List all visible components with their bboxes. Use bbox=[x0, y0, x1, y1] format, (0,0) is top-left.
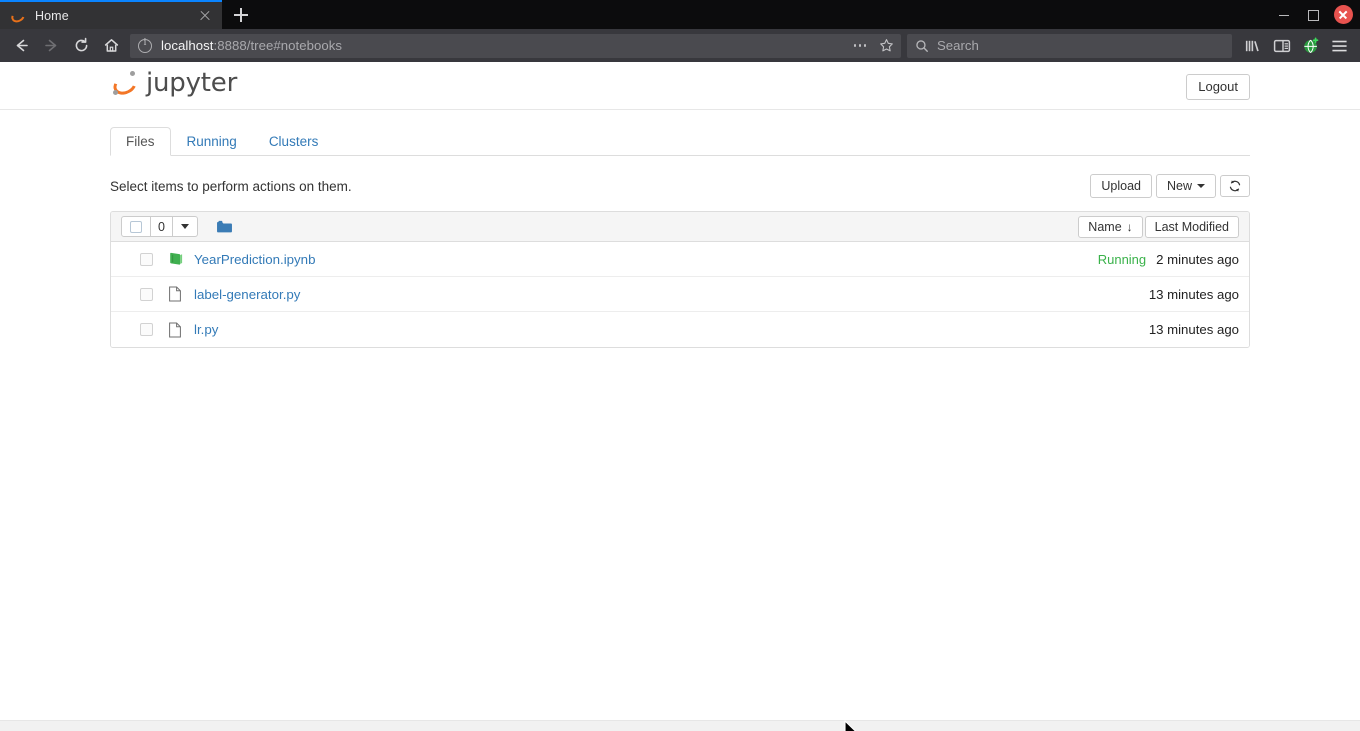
new-button-label: New bbox=[1166, 179, 1192, 193]
table-row[interactable]: label-generator.py 13 minutes ago bbox=[111, 277, 1249, 312]
browser-tab-title: Home bbox=[35, 8, 69, 23]
jupyter-logo[interactable]: jupyter bbox=[110, 68, 238, 99]
maximize-icon[interactable] bbox=[1298, 0, 1326, 29]
refresh-button[interactable] bbox=[1220, 175, 1250, 197]
row-meta: 13 minutes ago bbox=[1139, 287, 1239, 302]
row-checkbox[interactable] bbox=[140, 252, 153, 266]
folder-icon[interactable] bbox=[216, 220, 233, 234]
url-host: localhost bbox=[161, 38, 214, 53]
jupyter-favicon-icon bbox=[9, 7, 27, 25]
home-icon[interactable] bbox=[96, 32, 126, 60]
search-icon bbox=[916, 39, 928, 52]
select-all-checkbox[interactable] bbox=[121, 216, 151, 237]
files-toolbar-buttons: Upload New bbox=[1090, 174, 1250, 198]
modified-time: 13 minutes ago bbox=[1148, 286, 1239, 302]
close-icon[interactable] bbox=[196, 7, 214, 25]
table-row[interactable]: lr.py 13 minutes ago bbox=[111, 312, 1249, 347]
arrow-down-icon: ↓ bbox=[1126, 219, 1133, 234]
jupyter-wordmark: jupyter bbox=[146, 68, 238, 98]
logout-button[interactable]: Logout bbox=[1186, 74, 1250, 100]
notebook-icon bbox=[168, 252, 184, 267]
select-items-note: Select items to perform actions on them. bbox=[110, 178, 352, 194]
row-meta: 13 minutes ago bbox=[1139, 322, 1239, 337]
modified-time: 2 minutes ago bbox=[1156, 251, 1239, 267]
browser-navbar: localhost:8888/tree#notebooks Search bbox=[0, 29, 1360, 62]
upload-button[interactable]: Upload bbox=[1090, 174, 1152, 198]
refresh-icon bbox=[1229, 180, 1241, 192]
row-checkbox[interactable] bbox=[140, 287, 153, 301]
address-bar-text: localhost:8888/tree#notebooks bbox=[161, 38, 847, 53]
window-controls bbox=[1270, 0, 1360, 29]
row-meta: Running 2 minutes ago bbox=[1098, 252, 1239, 267]
reload-icon[interactable] bbox=[66, 32, 96, 60]
jupyter-body: Files Running Clusters Select items to p… bbox=[0, 127, 1360, 348]
file-list: 0 Name ↓ Last Modified YearPrediction.ip… bbox=[110, 211, 1250, 348]
tab-running[interactable]: Running bbox=[171, 127, 253, 156]
search-input-placeholder[interactable]: Search bbox=[937, 38, 979, 53]
tab-clusters[interactable]: Clusters bbox=[253, 127, 335, 156]
files-toolbar: Select items to perform actions on them.… bbox=[110, 173, 1250, 199]
browser-tab-home[interactable]: Home bbox=[0, 0, 222, 29]
back-arrow-icon[interactable] bbox=[6, 32, 36, 60]
browser-window: Home localhost:8888/tree#notebooks bbox=[0, 0, 1360, 731]
star-icon[interactable] bbox=[873, 35, 899, 57]
address-bar[interactable]: localhost:8888/tree#notebooks bbox=[130, 33, 901, 58]
sort-by-modified-button[interactable]: Last Modified bbox=[1144, 215, 1239, 238]
minimize-icon[interactable] bbox=[1270, 0, 1298, 29]
file-link[interactable]: label-generator.py bbox=[194, 287, 300, 302]
chevron-down-icon bbox=[1197, 184, 1205, 188]
jupyter-header: jupyter Logout bbox=[0, 62, 1360, 110]
status-badge: Running bbox=[1097, 251, 1147, 267]
page-content: jupyter Logout Files Running Clusters Se… bbox=[0, 62, 1360, 731]
hamburger-menu-icon[interactable] bbox=[1325, 32, 1354, 60]
jupyter-tabs: Files Running Clusters bbox=[110, 127, 1250, 156]
ellipsis-icon[interactable] bbox=[847, 35, 873, 57]
sort-name-label: Name bbox=[1088, 219, 1122, 234]
forward-arrow-icon bbox=[36, 32, 66, 60]
jupyter-logo-icon bbox=[110, 68, 140, 99]
file-link[interactable]: lr.py bbox=[194, 322, 218, 337]
file-link[interactable]: YearPrediction.ipynb bbox=[194, 252, 315, 267]
library-icon[interactable] bbox=[1238, 32, 1267, 60]
tab-files[interactable]: Files bbox=[110, 127, 171, 156]
file-icon bbox=[168, 286, 184, 302]
row-checkbox[interactable] bbox=[140, 323, 153, 336]
plus-icon[interactable] bbox=[222, 0, 260, 29]
file-list-sort-controls: Name ↓ Last Modified bbox=[1078, 215, 1239, 238]
modified-time: 13 minutes ago bbox=[1148, 322, 1239, 337]
file-icon bbox=[168, 322, 184, 338]
reader-view-icon[interactable] bbox=[1267, 32, 1296, 60]
new-button[interactable]: New bbox=[1155, 174, 1216, 198]
window-close-icon[interactable] bbox=[1326, 0, 1360, 29]
select-dropdown-caret-icon[interactable] bbox=[172, 216, 198, 237]
search-bar[interactable]: Search bbox=[907, 33, 1232, 58]
url-path: :8888/tree#notebooks bbox=[213, 38, 343, 53]
file-list-header: 0 Name ↓ Last Modified bbox=[111, 212, 1249, 242]
info-icon[interactable] bbox=[138, 37, 152, 53]
browser-tabstrip: Home bbox=[0, 0, 1360, 29]
container-globe-icon[interactable] bbox=[1296, 32, 1325, 60]
select-all-group[interactable]: 0 bbox=[121, 216, 198, 237]
sort-by-name-button[interactable]: Name ↓ bbox=[1078, 215, 1143, 238]
selected-count: 0 bbox=[151, 216, 173, 237]
table-row[interactable]: YearPrediction.ipynb Running 2 minutes a… bbox=[111, 242, 1249, 277]
page-bottom-bar bbox=[0, 720, 1360, 731]
